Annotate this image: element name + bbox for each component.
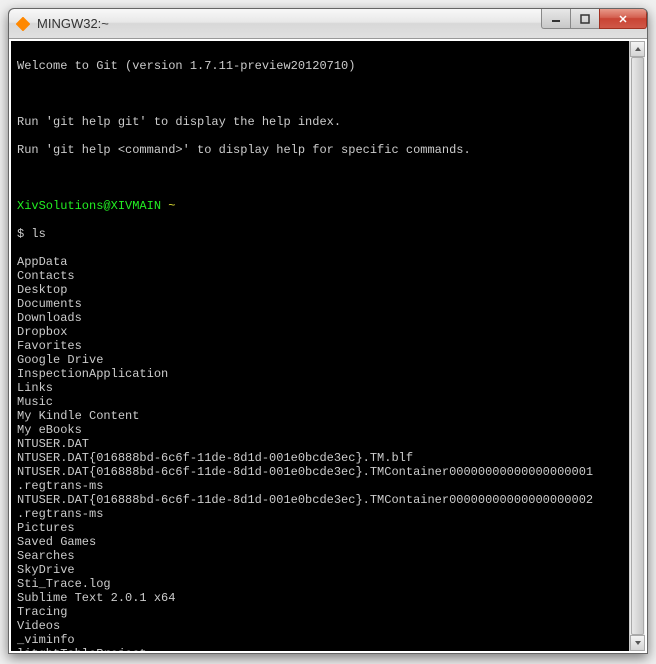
scroll-up-button[interactable]	[630, 41, 645, 57]
ls-item: litghtTableProject	[17, 647, 639, 651]
app-icon	[15, 16, 31, 32]
ls-item: .regtrans-ms	[17, 479, 639, 493]
ls-item: Saved Games	[17, 535, 639, 549]
terminal-window: MINGW32:~ Welcome to Git (version 1.7.11…	[8, 8, 648, 654]
ls-item: Sti_Trace.log	[17, 577, 639, 591]
blank-line	[17, 171, 639, 185]
terminal-wrapper: Welcome to Git (version 1.7.11-preview20…	[9, 39, 647, 653]
ls-item: _viminfo	[17, 633, 639, 647]
ls-item: My Kindle Content	[17, 409, 639, 423]
help-line-2: Run 'git help <command>' to display help…	[17, 143, 639, 157]
ls-item: InspectionApplication	[17, 367, 639, 381]
ls-item: Favorites	[17, 339, 639, 353]
ls-item: Music	[17, 395, 639, 409]
ls-item: Documents	[17, 297, 639, 311]
titlebar[interactable]: MINGW32:~	[9, 9, 647, 39]
ls-item: Videos	[17, 619, 639, 633]
window-controls	[542, 9, 647, 29]
ls-item: Sublime Text 2.0.1 x64	[17, 591, 639, 605]
ls-item: NTUSER.DAT{016888bd-6c6f-11de-8d1d-001e0…	[17, 451, 639, 465]
ls-item: Contacts	[17, 269, 639, 283]
scroll-thumb[interactable]	[631, 57, 644, 635]
welcome-line: Welcome to Git (version 1.7.11-preview20…	[17, 59, 639, 73]
scrollbar[interactable]	[629, 41, 645, 651]
ls-item: My eBooks	[17, 423, 639, 437]
ls-item: AppData	[17, 255, 639, 269]
ls-item: NTUSER.DAT{016888bd-6c6f-11de-8d1d-001e0…	[17, 493, 639, 507]
prompt-path: ~	[161, 199, 175, 213]
ls-item: NTUSER.DAT{016888bd-6c6f-11de-8d1d-001e0…	[17, 465, 639, 479]
ls-item: Downloads	[17, 311, 639, 325]
prompt-user: XivSolutions@XIVMAIN	[17, 199, 161, 213]
ls-item: Pictures	[17, 521, 639, 535]
terminal[interactable]: Welcome to Git (version 1.7.11-preview20…	[11, 41, 645, 651]
ls-item: Links	[17, 381, 639, 395]
ls-item: .regtrans-ms	[17, 507, 639, 521]
close-button[interactable]	[599, 9, 647, 29]
help-line-1: Run 'git help git' to display the help i…	[17, 115, 639, 129]
ls-item: SkyDrive	[17, 563, 639, 577]
scroll-down-button[interactable]	[630, 635, 645, 651]
ls-item: Searches	[17, 549, 639, 563]
ls-item: NTUSER.DAT	[17, 437, 639, 451]
blank-line	[17, 87, 639, 101]
prompt-line: XivSolutions@XIVMAIN ~	[17, 199, 639, 213]
minimize-button[interactable]	[541, 9, 571, 29]
command-line: $ ls	[17, 227, 639, 241]
terminal-content: Welcome to Git (version 1.7.11-preview20…	[17, 45, 639, 651]
maximize-button[interactable]	[570, 9, 600, 29]
ls-item: Google Drive	[17, 353, 639, 367]
ls-item: Desktop	[17, 283, 639, 297]
ls-item: Dropbox	[17, 325, 639, 339]
ls-output: AppDataContactsDesktopDocumentsDownloads…	[17, 255, 639, 651]
window-title: MINGW32:~	[37, 16, 109, 31]
ls-item: Tracing	[17, 605, 639, 619]
